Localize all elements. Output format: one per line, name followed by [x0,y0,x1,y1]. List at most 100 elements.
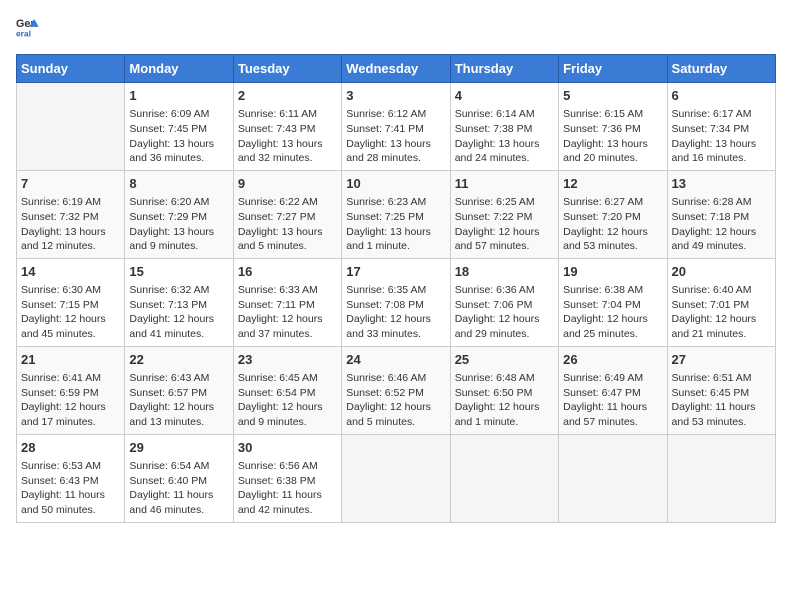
calendar-cell: 28 Sunrise: 6:53 AMSunset: 6:43 PMDayligh… [17,434,125,522]
calendar-cell: 23 Sunrise: 6:45 AMSunset: 6:54 PMDayligh… [233,346,341,434]
week-row-5: 28 Sunrise: 6:53 AMSunset: 6:43 PMDayligh… [17,434,776,522]
day-info: Sunrise: 6:35 AMSunset: 7:08 PMDaylight:… [346,283,445,342]
day-number: 9 [238,175,337,193]
calendar-cell: 2Sunrise: 6:11 AMSunset: 7:43 PMDaylight… [233,83,341,171]
day-number: 11 [455,175,554,193]
calendar-cell: 14 Sunrise: 6:30 AMSunset: 7:15 PMDayligh… [17,258,125,346]
col-saturday: Saturday [667,55,775,83]
calendar-cell: 20 Sunrise: 6:40 AMSunset: 7:01 PMDayligh… [667,258,775,346]
day-info: Sunrise: 6:20 AMSunset: 7:29 PMDaylight:… [129,195,228,254]
calendar-cell: 26 Sunrise: 6:49 AMSunset: 6:47 PMDayligh… [559,346,667,434]
day-number: 30 [238,439,337,457]
calendar-cell: 15Sunrise: 6:32 AMSunset: 7:13 PMDayligh… [125,258,233,346]
day-number: 15 [129,263,228,281]
calendar-cell: 13 Sunrise: 6:28 AMSunset: 7:18 PMDayligh… [667,170,775,258]
logo: Gen eral [16,16,40,44]
day-number: 16 [238,263,337,281]
calendar-cell: 3Sunrise: 6:12 AMSunset: 7:41 PMDaylight… [342,83,450,171]
day-number: 6 [672,87,771,105]
calendar-cell: 16 Sunrise: 6:33 AMSunset: 7:11 PMDayligh… [233,258,341,346]
calendar-cell: 25Sunrise: 6:48 AMSunset: 6:50 PMDayligh… [450,346,558,434]
day-number: 27 [672,351,771,369]
day-info: Sunrise: 6:30 AMSunset: 7:15 PMDaylight:… [21,283,120,342]
day-info: Sunrise: 6:12 AMSunset: 7:41 PMDaylight:… [346,107,445,166]
calendar-cell: 24Sunrise: 6:46 AMSunset: 6:52 PMDayligh… [342,346,450,434]
day-info: Sunrise: 6:40 AMSunset: 7:01 PMDaylight:… [672,283,771,342]
day-info: Sunrise: 6:53 AMSunset: 6:43 PMDaylight:… [21,459,120,518]
day-number: 23 [238,351,337,369]
day-number: 26 [563,351,662,369]
header: Gen eral [16,16,776,44]
day-info: Sunrise: 6:14 AMSunset: 7:38 PMDaylight:… [455,107,554,166]
day-info: Sunrise: 6:25 AMSunset: 7:22 PMDaylight:… [455,195,554,254]
calendar-cell: 7Sunrise: 6:19 AMSunset: 7:32 PMDaylight… [17,170,125,258]
day-info: Sunrise: 6:43 AMSunset: 6:57 PMDaylight:… [129,371,228,430]
day-number: 18 [455,263,554,281]
col-thursday: Thursday [450,55,558,83]
calendar-header: Sunday Monday Tuesday Wednesday Thursday… [17,55,776,83]
week-row-3: 14 Sunrise: 6:30 AMSunset: 7:15 PMDayligh… [17,258,776,346]
col-friday: Friday [559,55,667,83]
calendar-cell: 12 Sunrise: 6:27 AMSunset: 7:20 PMDayligh… [559,170,667,258]
day-number: 21 [21,351,120,369]
col-tuesday: Tuesday [233,55,341,83]
day-number: 2 [238,87,337,105]
day-info: Sunrise: 6:56 AMSunset: 6:38 PMDaylight:… [238,459,337,518]
day-info: Sunrise: 6:33 AMSunset: 7:11 PMDaylight:… [238,283,337,342]
calendar-table: Sunday Monday Tuesday Wednesday Thursday… [16,54,776,523]
logo-icon: Gen eral [16,16,40,40]
day-number: 10 [346,175,445,193]
calendar-cell: 10 Sunrise: 6:23 AMSunset: 7:25 PMDayligh… [342,170,450,258]
day-info: Sunrise: 6:46 AMSunset: 6:52 PMDaylight:… [346,371,445,430]
day-info: Sunrise: 6:22 AMSunset: 7:27 PMDaylight:… [238,195,337,254]
day-info: Sunrise: 6:38 AMSunset: 7:04 PMDaylight:… [563,283,662,342]
day-info: Sunrise: 6:51 AMSunset: 6:45 PMDaylight:… [672,371,771,430]
header-row: Sunday Monday Tuesday Wednesday Thursday… [17,55,776,83]
calendar-cell: 9 Sunrise: 6:22 AMSunset: 7:27 PMDaylight… [233,170,341,258]
day-info: Sunrise: 6:28 AMSunset: 7:18 PMDaylight:… [672,195,771,254]
svg-text:eral: eral [16,28,31,38]
day-number: 12 [563,175,662,193]
calendar-cell: 5Sunrise: 6:15 AMSunset: 7:36 PMDaylight… [559,83,667,171]
calendar-cell: 29 Sunrise: 6:54 AMSunset: 6:40 PMDayligh… [125,434,233,522]
day-number: 28 [21,439,120,457]
day-info: Sunrise: 6:09 AMSunset: 7:45 PMDaylight:… [129,107,228,166]
day-info: Sunrise: 6:15 AMSunset: 7:36 PMDaylight:… [563,107,662,166]
day-info: Sunrise: 6:45 AMSunset: 6:54 PMDaylight:… [238,371,337,430]
col-wednesday: Wednesday [342,55,450,83]
day-number: 1 [129,87,228,105]
day-info: Sunrise: 6:36 AMSunset: 7:06 PMDaylight:… [455,283,554,342]
day-number: 7 [21,175,120,193]
calendar-cell: 22 Sunrise: 6:43 AMSunset: 6:57 PMDayligh… [125,346,233,434]
calendar-cell: 27 Sunrise: 6:51 AMSunset: 6:45 PMDayligh… [667,346,775,434]
calendar-cell: 21Sunrise: 6:41 AMSunset: 6:59 PMDayligh… [17,346,125,434]
day-info: Sunrise: 6:49 AMSunset: 6:47 PMDaylight:… [563,371,662,430]
calendar-cell [450,434,558,522]
calendar-cell [667,434,775,522]
day-number: 14 [21,263,120,281]
calendar-cell: 4Sunrise: 6:14 AMSunset: 7:38 PMDaylight… [450,83,558,171]
calendar-cell: 11 Sunrise: 6:25 AMSunset: 7:22 PMDayligh… [450,170,558,258]
day-number: 22 [129,351,228,369]
day-number: 19 [563,263,662,281]
calendar-cell: 18 Sunrise: 6:36 AMSunset: 7:06 PMDayligh… [450,258,558,346]
calendar-cell: 1 Sunrise: 6:09 AMSunset: 7:45 PMDaylight… [125,83,233,171]
calendar-cell [559,434,667,522]
day-info: Sunrise: 6:27 AMSunset: 7:20 PMDaylight:… [563,195,662,254]
calendar-cell [342,434,450,522]
calendar-cell [17,83,125,171]
day-number: 13 [672,175,771,193]
calendar-body: 1 Sunrise: 6:09 AMSunset: 7:45 PMDaylight… [17,83,776,523]
week-row-1: 1 Sunrise: 6:09 AMSunset: 7:45 PMDaylight… [17,83,776,171]
day-info: Sunrise: 6:23 AMSunset: 7:25 PMDaylight:… [346,195,445,254]
day-number: 29 [129,439,228,457]
day-info: Sunrise: 6:17 AMSunset: 7:34 PMDaylight:… [672,107,771,166]
week-row-2: 7Sunrise: 6:19 AMSunset: 7:32 PMDaylight… [17,170,776,258]
day-info: Sunrise: 6:48 AMSunset: 6:50 PMDaylight:… [455,371,554,430]
col-monday: Monday [125,55,233,83]
day-number: 20 [672,263,771,281]
calendar-cell: 30 Sunrise: 6:56 AMSunset: 6:38 PMDayligh… [233,434,341,522]
day-info: Sunrise: 6:54 AMSunset: 6:40 PMDaylight:… [129,459,228,518]
calendar-cell: 19 Sunrise: 6:38 AMSunset: 7:04 PMDayligh… [559,258,667,346]
col-sunday: Sunday [17,55,125,83]
